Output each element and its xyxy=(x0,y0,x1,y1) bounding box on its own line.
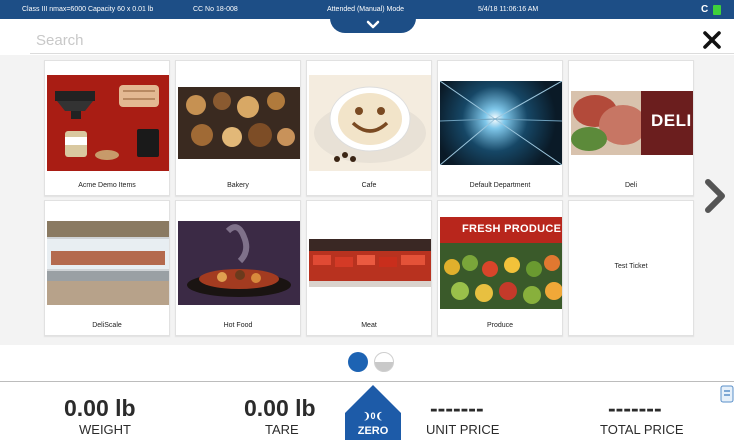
department-tile[interactable]: Cafe xyxy=(306,60,432,196)
cc-number: CC No 18-008 xyxy=(193,6,238,13)
weight-value: 0.00 lb xyxy=(64,395,136,421)
department-tile[interactable]: Default Department xyxy=(437,60,563,196)
page-indicator-1[interactable] xyxy=(348,352,368,372)
close-icon[interactable] xyxy=(702,30,722,50)
scale-info: Class III nmax=6000 Capacity 60 x 0.01 l… xyxy=(22,6,154,13)
datetime: 5/4/18 11:06:16 AM xyxy=(478,6,539,13)
department-tile[interactable]: Bakery xyxy=(175,60,301,196)
total-price-label: TOTAL PRICE xyxy=(600,422,684,437)
department-tile[interactable]: Acme Demo Items xyxy=(44,60,170,196)
tile-label: Meat xyxy=(361,322,377,329)
mode-indicator: Attended (Manual) Mode xyxy=(327,6,405,13)
unit-price-value: ------- xyxy=(430,395,484,421)
tile-label: Bakery xyxy=(227,182,249,189)
battery-icon xyxy=(713,5,721,15)
status-bar: Class III nmax=6000 Capacity 60 x 0.01 l… xyxy=(0,0,734,19)
tile-label: DeliScale xyxy=(92,322,122,329)
readout-divider xyxy=(0,381,734,382)
light-tunnel-image xyxy=(440,81,562,165)
tile-label: Cafe xyxy=(361,182,377,189)
total-price-value: ------- xyxy=(608,395,662,421)
bakery-image xyxy=(178,87,300,159)
department-tile[interactable]: DeliScale xyxy=(44,200,170,336)
search-divider xyxy=(30,53,734,54)
deli-case-image xyxy=(47,221,169,305)
hot-food-image xyxy=(178,221,300,305)
department-tile[interactable]: Hot Food xyxy=(175,200,301,336)
unit-price-label: UNIT PRICE xyxy=(426,422,500,437)
department-tile[interactable]: FRESH PRODUCE Produce xyxy=(437,200,563,336)
zero-label: ZERO xyxy=(357,425,389,437)
tile-label: Acme Demo Items xyxy=(78,182,136,189)
meat-case-image xyxy=(309,239,431,287)
tile-label: Default Department xyxy=(469,182,531,189)
tile-label: Deli xyxy=(624,182,638,189)
department-tile[interactable]: Meat xyxy=(306,200,432,336)
weight-label: WEIGHT xyxy=(79,422,131,437)
tile-label: Produce xyxy=(486,322,514,329)
tile-label: Test Ticket xyxy=(614,263,648,270)
tare-label: TARE xyxy=(265,422,299,437)
produce-image: FRESH PRODUCE xyxy=(440,217,562,309)
connection-indicator: C xyxy=(701,4,709,15)
anvil-demo-image xyxy=(47,75,169,171)
department-tile[interactable]: Test Ticket xyxy=(568,200,694,336)
produce-image-text: FRESH PRODUCE xyxy=(462,223,562,235)
tare-value: 0.00 lb xyxy=(244,395,316,421)
department-tile[interactable]: DELI Deli xyxy=(568,60,694,196)
tile-label: Hot Food xyxy=(223,322,253,329)
zero-arrows-icon: ❩0❨ xyxy=(362,411,384,421)
page-indicator-2[interactable] xyxy=(374,352,394,372)
deli-meat-image: DELI xyxy=(571,91,693,155)
search-input[interactable] xyxy=(36,30,636,50)
info-icon[interactable] xyxy=(720,385,734,403)
chevron-right-icon[interactable] xyxy=(702,178,728,214)
deli-image-text: DELI xyxy=(651,111,692,130)
latte-art-image xyxy=(309,75,431,171)
